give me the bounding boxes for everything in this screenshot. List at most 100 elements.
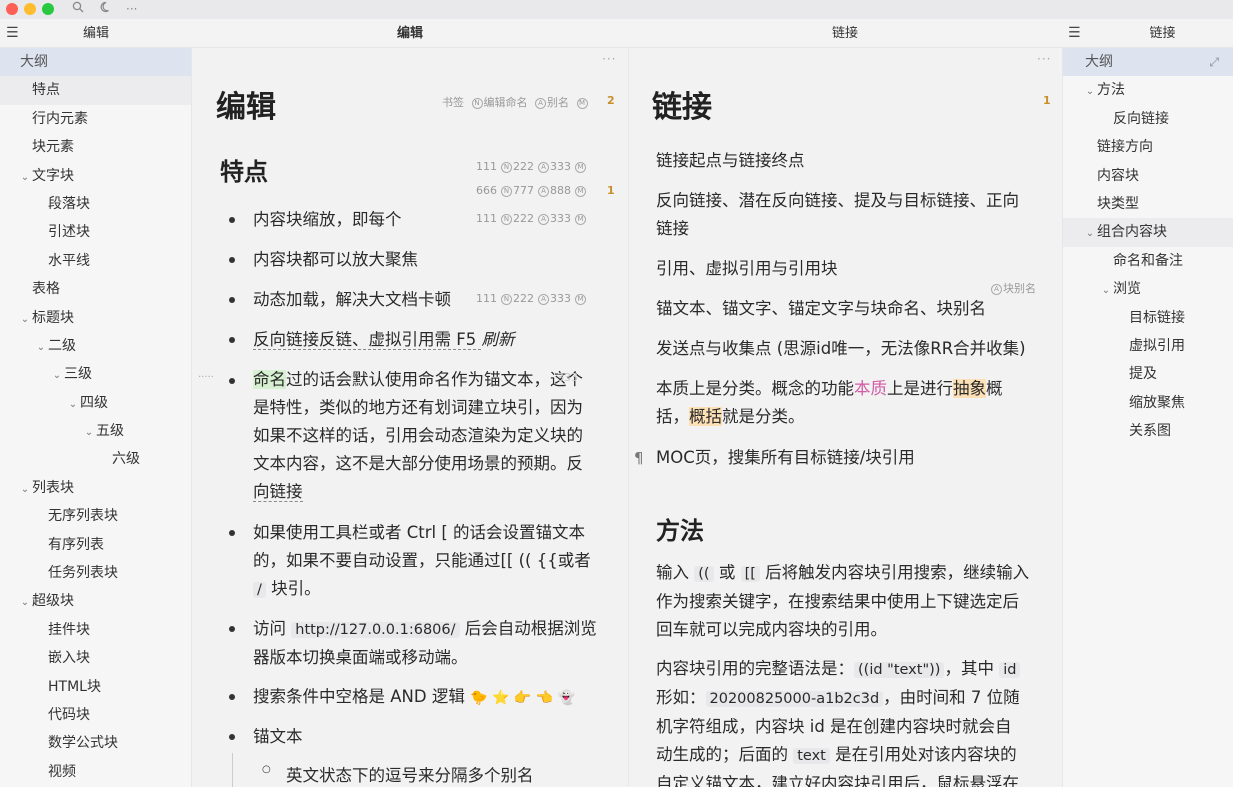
outline-item[interactable]: ⌄ 文字块 <box>0 162 191 190</box>
outline-item[interactable]: ⌄ 浏览 <box>1063 275 1233 303</box>
paragraph[interactable]: 锚文本、锚文字、锚定文字与块命名、块别名 <box>656 295 986 323</box>
list-item-toolbar[interactable]: 如果使用工具栏或者 Ctrl [ 的话会设置锚文本 的，如果不要自动设置，只能通… <box>253 519 613 604</box>
outline-item[interactable]: 段落块 <box>0 190 191 218</box>
zoom-window-button[interactable] <box>42 3 54 15</box>
list-item-attributes[interactable]: 111 N 222 A 333 M <box>476 292 587 305</box>
outline-item[interactable]: 六级 <box>0 445 191 473</box>
outline-item[interactable]: 缩放聚焦 <box>1063 389 1233 417</box>
outline-item[interactable]: ⌄ 方法 <box>1063 76 1233 104</box>
list-item-visit[interactable]: 访问 http://127.0.0.1:6806/ 后会自动根据浏览 器版本切换… <box>253 615 613 672</box>
outline-item[interactable]: ⌄ 二级 <box>0 332 191 360</box>
outline-item[interactable]: ⌄ 列表块 <box>0 474 191 502</box>
pane-more-icon[interactable]: ··· <box>1037 52 1051 66</box>
list-item-anchor-text[interactable]: 锚文本 <box>253 723 303 751</box>
outline-item[interactable]: 代码块 <box>0 701 191 729</box>
outline-item[interactable]: 特点 <box>0 76 191 105</box>
outline-item[interactable]: 任务列表块 <box>0 559 191 587</box>
outline-item[interactable]: ⌄ 组合内容块 <box>1063 218 1233 248</box>
close-window-button[interactable] <box>6 3 18 15</box>
outline-item[interactable]: 目标链接 <box>1063 304 1233 332</box>
bullet-dot[interactable] <box>229 626 235 632</box>
tab-edit[interactable]: 编辑 <box>192 19 628 48</box>
ref-count-badge[interactable]: 1 <box>607 184 615 197</box>
outline-item[interactable]: 命名和备注 <box>1063 247 1233 275</box>
search-icon[interactable] <box>72 1 84 17</box>
heading-features[interactable]: 特点 <box>220 152 268 187</box>
paragraph[interactable]: 链接起点与链接终点 <box>656 147 805 175</box>
list-item-attributes[interactable]: 111 N 222 A 333 M <box>476 212 587 225</box>
outline-item[interactable]: 行内元素 <box>0 105 191 133</box>
list-item-zoom[interactable]: 内容块缩放，即每个 <box>253 206 402 234</box>
outline-item[interactable]: 大纲 <box>0 48 191 77</box>
outline-item[interactable]: 无序列表块 <box>0 502 191 530</box>
chevron-down-icon[interactable]: ⌄ <box>18 589 32 617</box>
chevron-down-icon[interactable]: ⌄ <box>1099 277 1113 305</box>
document-title[interactable]: 链接 <box>652 82 712 126</box>
list-item-focus[interactable]: 内容块都可以放大聚焦 <box>253 246 418 274</box>
paragraph[interactable]: 反向链接、潜在反向链接、提及与目标链接、正向 链接 <box>656 187 1056 243</box>
bullet-dot[interactable] <box>229 297 235 303</box>
outline-item[interactable]: ⌄ 四级 <box>0 389 191 417</box>
bullet-dot[interactable] <box>229 694 235 700</box>
list-item-search[interactable]: 搜索条件中空格是 AND 逻辑 🐤 ⭐ 👉 👈 👻 <box>253 683 575 712</box>
outline-item[interactable]: 提及 <box>1063 360 1233 388</box>
sub-bullet-circle[interactable]: ○ <box>262 764 271 775</box>
outline-item[interactable]: 水平线 <box>0 247 191 275</box>
block-alias-attr[interactable]: A 块别名 <box>987 280 1036 296</box>
paragraph[interactable]: 内容块引用的完整语法是： ((id "text")) ，其中 id 形如： 20200… <box>656 655 1060 787</box>
document-title[interactable]: 编辑 <box>216 82 276 126</box>
outline-item[interactable]: 内容块 <box>1063 162 1233 190</box>
ref-count-badge[interactable]: 2 <box>607 94 615 107</box>
chevron-down-icon[interactable]: ⌄ <box>50 362 64 390</box>
bullet-dot[interactable] <box>229 337 235 343</box>
bullet-dot[interactable] <box>229 217 235 223</box>
bullet-dot[interactable] <box>229 257 235 263</box>
paragraph[interactable]: 发送点与收集点 (思源id唯一，无法像RR合并收集) <box>656 335 1026 363</box>
paragraph[interactable]: 输入 (( 或 [[ 后将触发内容块引用搜索，继续输入 作为搜索关键字，在搜索结… <box>656 559 1056 644</box>
paragraph[interactable]: 本质上是分类。概念的功能本质上是进行抽象概 括，概括就是分类。 <box>656 375 1056 431</box>
pane-more-icon[interactable]: ··· <box>602 52 616 66</box>
outline-item[interactable]: ⌄ 三级 <box>0 360 191 388</box>
chevron-down-icon[interactable]: ⌄ <box>18 306 32 334</box>
paragraph[interactable]: MOC页，搜集所有目标链接/块引用 <box>656 444 915 472</box>
bullet-dot[interactable] <box>229 734 235 740</box>
list-item-naming[interactable]: 命名过的话会默认使用命名作为锚文本，这个 是特性，类似的地方还有划词建立块引，因… <box>253 366 613 506</box>
outline-item[interactable]: ⌄ 五级 <box>0 417 191 445</box>
menu-icon[interactable]: ☰ <box>6 19 19 48</box>
outline-item[interactable]: 数学公式块 <box>0 729 191 757</box>
outline-item[interactable]: 反向链接 <box>1063 105 1233 133</box>
chevron-down-icon[interactable]: ⌄ <box>82 419 96 447</box>
ref-count-badge[interactable]: 1 <box>1043 94 1051 107</box>
chevron-down-icon[interactable]: ⌄ <box>66 391 80 419</box>
outline-item[interactable]: 块类型 <box>1063 190 1233 218</box>
heading-method[interactable]: 方法 <box>656 511 704 546</box>
chevron-down-icon[interactable]: ⌄ <box>1083 78 1097 106</box>
block-ref-text[interactable]: 向链接 <box>253 482 303 502</box>
bullet-dot[interactable] <box>229 530 235 536</box>
expand-icon[interactable]: ⤢ <box>1209 48 1219 76</box>
paragraph[interactable]: 引用、虚拟引用与引用块 <box>656 255 838 283</box>
chevron-down-icon[interactable]: ⌄ <box>18 164 32 192</box>
sub-list-item[interactable]: 英文状态下的逗号来分隔多个别名 <box>286 762 534 787</box>
outline-item[interactable]: ⌄ 超级块 <box>0 587 191 615</box>
url-code[interactable]: http://127.0.0.1:6806/ <box>291 622 460 638</box>
list-item-dynamic-load[interactable]: 动态加载，解决大文档卡顿 <box>253 286 451 314</box>
outline-item[interactable]: 虚拟引用 <box>1063 332 1233 360</box>
moon-icon[interactable] <box>100 1 112 17</box>
outline-item[interactable]: 有序列表 <box>0 531 191 559</box>
block-ref-text[interactable]: 反向链接反链、虚拟引用需 F5 <box>253 330 482 350</box>
outline-item[interactable]: 块元素 <box>0 133 191 161</box>
outline-item[interactable]: HTML块 <box>0 673 191 701</box>
outline-item[interactable]: 视频 <box>0 758 191 786</box>
chevron-down-icon[interactable]: ⌄ <box>1083 220 1097 248</box>
paragraph-mark-icon[interactable]: ¶ <box>634 449 644 467</box>
heading-attributes-1[interactable]: 111 N 222 A 333 M <box>476 160 587 173</box>
minimize-window-button[interactable] <box>24 3 36 15</box>
outline-item[interactable]: 大纲 ⤢ <box>1063 48 1233 77</box>
menu-icon[interactable]: ☰ <box>1068 19 1081 48</box>
tab-link[interactable]: 链接 <box>628 19 1062 48</box>
drag-handle-icon[interactable]: ····· <box>198 372 214 383</box>
bullet-dot[interactable] <box>229 378 235 384</box>
list-item-backlinks[interactable]: 反向链接反链、虚拟引用需 F5 刷新 <box>253 326 514 354</box>
outline-item[interactable]: 嵌入块 <box>0 644 191 672</box>
